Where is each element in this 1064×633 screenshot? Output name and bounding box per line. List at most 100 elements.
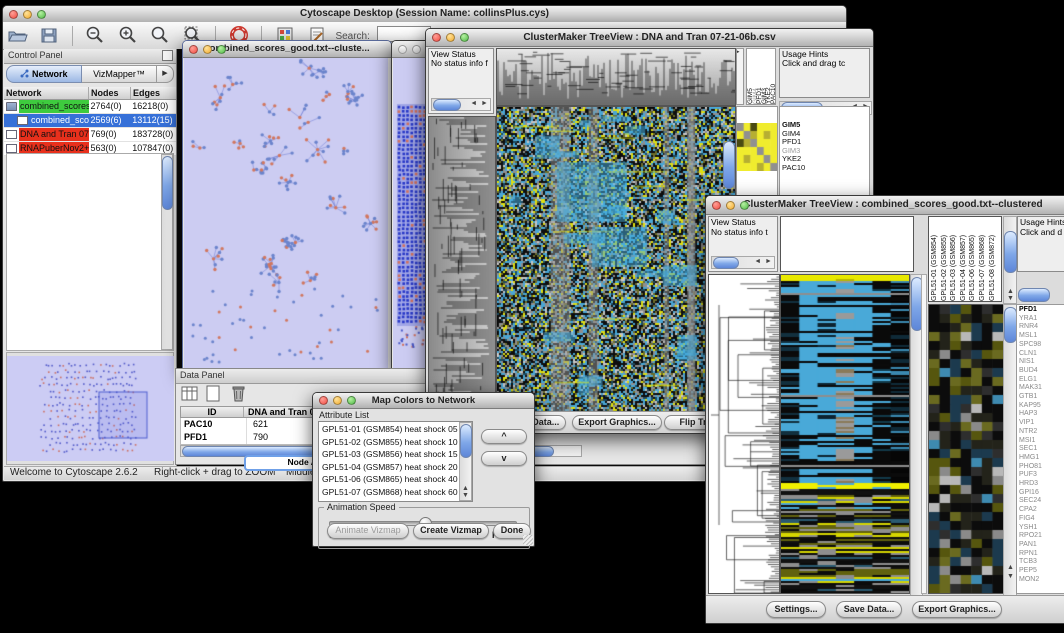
zoom-in-icon[interactable] — [117, 24, 139, 46]
minimize-icon[interactable] — [726, 201, 735, 210]
tv2-collabel-scrollbar[interactable]: ▲▼ — [1003, 216, 1017, 304]
attribute-list-scrollbar-thumb[interactable] — [460, 424, 472, 458]
gene-label[interactable]: NTR2 — [1019, 428, 1042, 437]
gene-label[interactable]: SPC98 — [1019, 341, 1042, 350]
gene-label[interactable]: SEC1 — [1019, 445, 1042, 454]
minimize-icon[interactable] — [333, 396, 342, 405]
gene-label[interactable]: CPA2 — [1019, 506, 1042, 515]
gene-label[interactable]: MSI1 — [1019, 437, 1042, 446]
treeview2-titlebar[interactable]: ClusterMaker TreeView : combined_scores_… — [706, 196, 1064, 215]
tab-network[interactable]: Network — [6, 65, 82, 83]
col-edges[interactable]: Edges — [131, 87, 175, 99]
gene-label[interactable]: PUF3 — [1019, 471, 1042, 480]
close-icon[interactable] — [712, 201, 721, 210]
tv1-row-dendrogram-canvas[interactable] — [428, 116, 496, 413]
gene-label[interactable]: SEC24 — [1019, 497, 1042, 506]
treeview1-titlebar[interactable]: ClusterMaker TreeView : DNA and Tran 07-… — [426, 29, 873, 47]
gene-label[interactable]: HRD3 — [1019, 480, 1042, 489]
network-overview-canvas[interactable] — [7, 356, 174, 461]
gene-label[interactable]: RNR4 — [1019, 323, 1042, 332]
export-graphics-button[interactable]: Export Graphics... — [912, 601, 1002, 618]
gene-label[interactable]: BUD4 — [1019, 367, 1042, 376]
gene-label[interactable]: GTB1 — [1019, 393, 1042, 402]
settings-button[interactable]: Settings... — [766, 601, 826, 618]
resize-grip[interactable] — [523, 535, 533, 545]
tv2-gene-scrollbar[interactable]: ▲▼ — [1003, 304, 1017, 596]
tv2-status-scrollbar[interactable]: ◄ ► — [711, 256, 775, 269]
delete-attribute-icon[interactable] — [229, 385, 249, 403]
minimize-icon[interactable] — [446, 33, 455, 42]
window-controls[interactable] — [9, 10, 46, 19]
gene-label[interactable]: GPI16 — [1019, 489, 1042, 498]
network-canvas[interactable] — [184, 58, 388, 369]
gene-label[interactable]: PFD1 — [1019, 306, 1042, 315]
zoom-selected-icon[interactable] — [149, 24, 171, 46]
tabs-overflow-icon[interactable]: ▶ — [157, 65, 174, 83]
tv2-collabel-scrollbar-thumb[interactable] — [1004, 231, 1017, 273]
gene-label[interactable]: MSL1 — [1019, 332, 1042, 341]
gene-label[interactable]: GIM3 — [782, 147, 805, 156]
gene-label[interactable]: YKE2 — [782, 155, 805, 164]
move-up-button[interactable]: ^ — [481, 429, 527, 444]
save-data-button[interactable]: Save Data... — [836, 601, 902, 618]
attribute-list-item[interactable]: GPL51-01 (GSM854) heat shock 05 min — [319, 423, 461, 436]
network-tree-area[interactable] — [6, 153, 174, 351]
tab-vizmapper[interactable]: VizMapper™ — [82, 65, 157, 83]
attribute-listbox[interactable]: GPL51-01 (GSM854) heat shock 05 minGPL51… — [318, 421, 473, 502]
gene-label[interactable]: ELG1 — [1019, 376, 1042, 385]
scroll-arrows-icon[interactable]: ◄ ► — [470, 100, 489, 107]
attribute-list-scrollbar[interactable]: ▲▼ — [459, 422, 472, 501]
attribute-list-item[interactable]: GPL51-06 (GSM865) heat shock 40 min — [319, 473, 461, 486]
tv2-heatmap-canvas[interactable] — [780, 274, 910, 594]
attribute-list-item[interactable]: GPL51-03 (GSM856) heat shock 15 min — [319, 448, 461, 461]
gene-label[interactable]: GIM4 — [782, 130, 805, 139]
minimize-icon[interactable] — [23, 10, 32, 19]
network-view-titlebar[interactable]: combined_scores_good.txt--cluste... — [183, 41, 391, 58]
close-icon[interactable] — [432, 33, 441, 42]
attribute-list-item[interactable]: GPL51-02 (GSM855) heat shock 10 min — [319, 436, 461, 449]
tree-scrollbar[interactable] — [161, 154, 173, 350]
minimize-icon[interactable] — [203, 45, 212, 54]
map-dialog-titlebar[interactable]: Map Colors to Network — [313, 393, 534, 409]
gene-label[interactable]: CLN1 — [1019, 350, 1042, 359]
network-row[interactable]: combined_sco 2569(6) 13112(15) — [4, 114, 176, 128]
gene-label[interactable]: YSH1 — [1019, 524, 1042, 533]
gene-label[interactable]: MON2 — [1019, 576, 1042, 585]
tree-scrollbar-thumb[interactable] — [162, 156, 173, 210]
scroll-arrows-icon[interactable]: ▲▼ — [462, 485, 470, 499]
tv2-status-scrollbar-thumb[interactable] — [713, 257, 739, 269]
tv2-row-dendrogram-canvas[interactable] — [708, 274, 780, 594]
col-nodes[interactable]: Nodes — [89, 87, 131, 99]
attr-col-id[interactable]: ID — [181, 407, 244, 417]
gene-label[interactable]: VIP1 — [1019, 419, 1042, 428]
zoom-window-icon[interactable] — [740, 201, 749, 210]
gene-label[interactable]: TCB3 — [1019, 558, 1042, 567]
gene-label[interactable]: PAN1 — [1019, 541, 1042, 550]
gene-label[interactable]: HMG1 — [1019, 454, 1042, 463]
gene-label[interactable]: KAP95 — [1019, 402, 1042, 411]
gene-label[interactable]: FIG4 — [1019, 515, 1042, 524]
zoom-window-icon[interactable] — [460, 33, 469, 42]
animate-vizmap-button[interactable]: Animate Vizmap — [327, 523, 409, 539]
gene-label[interactable]: GIM5 — [782, 121, 805, 130]
zoom-out-icon[interactable] — [84, 24, 106, 46]
tv2-zoom-heatmap-canvas[interactable] — [928, 304, 1004, 594]
tv1-zoom-matrix-canvas[interactable] — [737, 123, 777, 171]
save-icon[interactable] — [38, 24, 60, 46]
gene-label[interactable]: MAK31 — [1019, 384, 1042, 393]
scroll-arrows-icon[interactable]: ▲▼ — [1007, 563, 1015, 581]
gene-label[interactable]: PAC10 — [782, 164, 805, 173]
tv1-status-scrollbar[interactable]: ◄ ► — [431, 98, 491, 111]
col-network[interactable]: Network — [4, 87, 89, 99]
close-icon[interactable] — [319, 396, 328, 405]
gene-label[interactable]: PEP5 — [1019, 567, 1042, 576]
network-row[interactable]: DNA and Tran 07 769(0) 183728(0) — [4, 128, 176, 142]
create-vizmap-button[interactable]: Create Vizmap — [413, 523, 489, 539]
zoom-window-icon[interactable] — [217, 45, 226, 54]
network-row[interactable]: combined_scores 2764(0) 16218(0) — [4, 100, 176, 114]
close-icon[interactable] — [9, 10, 18, 19]
close-icon[interactable] — [398, 45, 407, 54]
tv1-heatmap-canvas[interactable] — [496, 106, 736, 413]
zoom-window-icon[interactable] — [37, 10, 46, 19]
tv2-hints-scrollbar-thumb[interactable] — [1018, 288, 1050, 302]
